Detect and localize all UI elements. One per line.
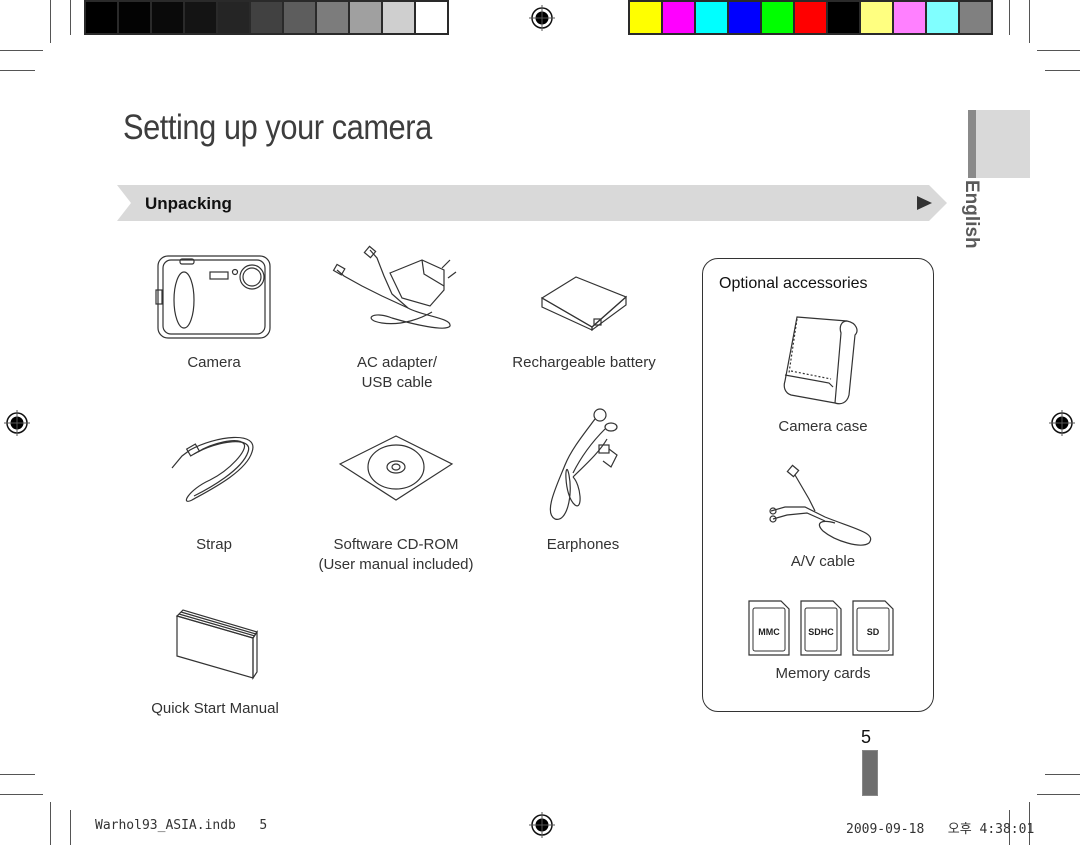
registration-target-icon — [529, 812, 555, 838]
registration-target-icon — [1049, 410, 1075, 436]
cd-rom-icon — [338, 435, 454, 501]
av-cable-icon — [769, 464, 872, 546]
color-swatch — [663, 2, 694, 33]
color-swatch — [861, 2, 892, 33]
item-label-line: (User manual included) — [318, 556, 474, 573]
language-tab-block — [968, 110, 1030, 178]
registration-target-icon — [529, 5, 555, 31]
battery-icon — [540, 276, 628, 332]
gray-swatch — [119, 2, 150, 33]
manual-icon — [175, 609, 258, 680]
color-swatch — [729, 2, 760, 33]
gray-swatch — [218, 2, 249, 33]
item-label-camera: Camera — [187, 354, 241, 371]
section-title: Unpacking — [145, 194, 232, 213]
language-tab-label: English — [961, 180, 982, 249]
gray-calibration-bar — [84, 0, 449, 35]
optional-accessories-title: Optional accessories — [719, 275, 868, 292]
item-label-cd-rom: Software CD-ROM (User manual included) — [306, 535, 486, 575]
gray-swatch — [251, 2, 282, 33]
page-marker — [862, 750, 878, 796]
item-label-line: AC adapter/ — [356, 354, 438, 371]
language-tab-stripe — [968, 110, 976, 178]
color-swatch — [795, 2, 826, 33]
item-label-line: Software CD-ROM — [333, 536, 459, 553]
item-label-av-cable: A/V cable — [790, 553, 856, 570]
gray-swatch — [383, 2, 414, 33]
color-swatch — [960, 2, 991, 33]
camera-case-icon — [783, 316, 858, 405]
color-swatch — [630, 2, 661, 33]
page-title: Setting up your camera — [123, 108, 432, 147]
item-label-ac-adapter: AC adapter/ USB cable — [332, 353, 462, 393]
gray-swatch — [284, 2, 315, 33]
item-label-line: USB cable — [361, 374, 433, 391]
footer-file-name: Warhol93_ASIA.indb 5 — [95, 818, 268, 833]
color-swatch — [894, 2, 925, 33]
item-label-manual: Quick Start Manual — [151, 700, 279, 717]
item-label-memory-cards: Memory cards — [775, 665, 871, 682]
item-label-strap: Strap — [196, 536, 232, 553]
gray-swatch — [152, 2, 183, 33]
color-swatch — [828, 2, 859, 33]
ac-adapter-icon — [332, 245, 457, 329]
item-label-earphones: Earphones — [546, 536, 620, 553]
item-label-camera-case: Camera case — [778, 418, 868, 435]
gray-swatch — [86, 2, 117, 33]
color-swatch — [762, 2, 793, 33]
color-swatch — [927, 2, 958, 33]
footer-timestamp: 2009-09-18 오후 4:38:01 — [846, 822, 1035, 837]
registration-target-icon — [4, 410, 30, 436]
gray-swatch — [317, 2, 348, 33]
page-number: 5 — [861, 727, 872, 747]
card-label-sd: SD — [866, 627, 880, 637]
item-label-battery: Rechargeable battery — [512, 354, 656, 371]
camera-icon — [155, 255, 271, 339]
gray-swatch — [185, 2, 216, 33]
strap-icon — [171, 436, 254, 502]
card-label-sdhc: SDHC — [808, 627, 834, 637]
section-banner — [117, 185, 947, 221]
color-calibration-bar — [628, 0, 993, 35]
card-label-mmc: MMC — [758, 627, 780, 637]
gray-swatch — [416, 2, 447, 33]
color-swatch — [696, 2, 727, 33]
gray-swatch — [350, 2, 381, 33]
earphones-icon — [549, 408, 618, 520]
